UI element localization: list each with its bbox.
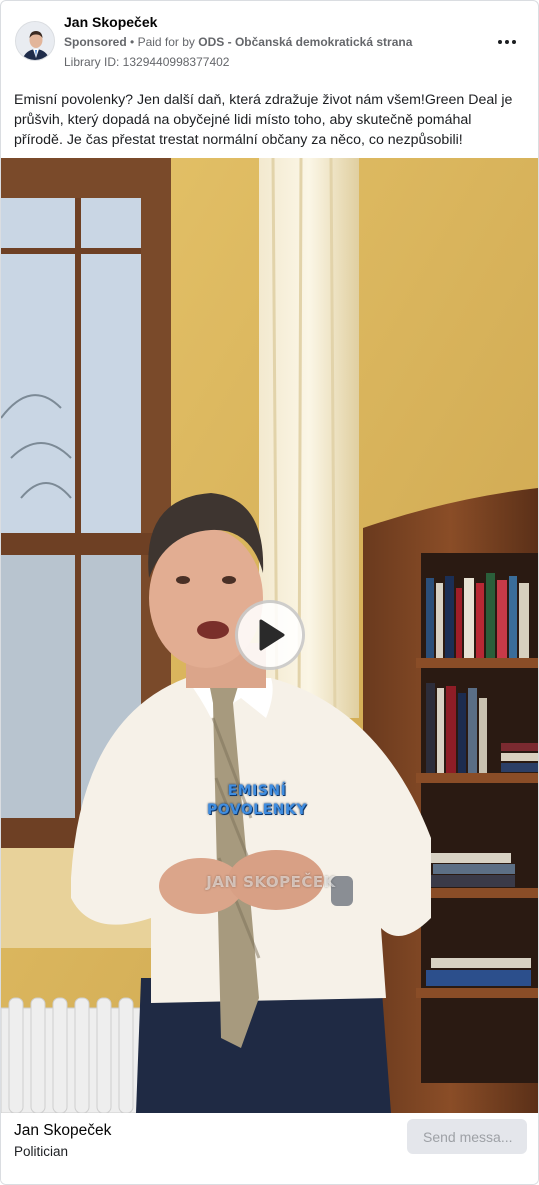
play-icon — [259, 619, 285, 651]
sponsored-line: Sponsored • Paid for by ODS - Občanská d… — [64, 35, 412, 49]
sponsored-label: Sponsored — [64, 35, 127, 49]
radiator — [1, 997, 152, 1113]
video-caption-line-2: POVOLENKY — [207, 802, 307, 818]
library-id: Library ID: 1329440998377402 — [64, 55, 230, 69]
video-watermark: JAN SKOPEČEK — [206, 873, 336, 891]
video-player[interactable]: EMISNÍ POVOLENKY JAN SKOPEČEK — [1, 158, 538, 1113]
footer-page-name[interactable]: Jan Skopeček — [14, 1122, 111, 1140]
post-text: Emisní povolenky? Jen další daň, která z… — [14, 92, 513, 148]
page-name[interactable]: Jan Skopeček — [64, 14, 157, 30]
more-horizontal-icon — [498, 40, 502, 44]
paid-for-label: Paid for by — [137, 35, 195, 49]
ad-footer: Jan Skopeček Politician Send messa... — [1, 1113, 538, 1184]
ad-header: Jan Skopeček Sponsored • Paid for by ODS… — [1, 1, 538, 81]
footer-category: Politician — [14, 1144, 69, 1159]
video-caption-line-1: EMISNÍ — [227, 783, 287, 799]
dot-separator: • — [130, 35, 138, 49]
payer-name[interactable]: ODS - Občanská demokratická strana — [198, 35, 412, 49]
avatar[interactable] — [15, 21, 55, 61]
more-options-button[interactable] — [493, 31, 521, 53]
video-caption: EMISNÍ POVOLENKY — [197, 782, 317, 820]
ad-card: Jan Skopeček Sponsored • Paid for by ODS… — [0, 0, 539, 1185]
play-button[interactable] — [235, 600, 305, 670]
send-message-button[interactable]: Send messa... — [407, 1119, 527, 1154]
